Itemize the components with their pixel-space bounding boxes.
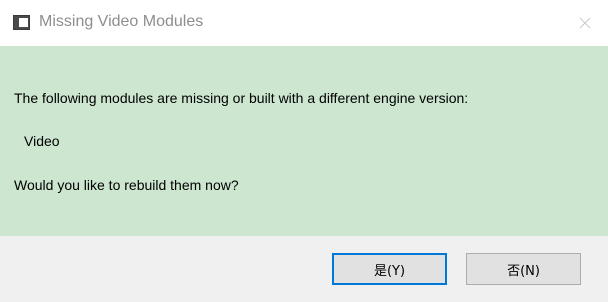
title-bar[interactable]: Missing Video Modules (0, 0, 608, 46)
message-intro: The following modules are missing or bui… (14, 90, 469, 106)
module-item: Video (24, 133, 60, 149)
window-icon (13, 15, 30, 30)
message-area: The following modules are missing or bui… (0, 46, 608, 236)
message-question: Would you like to rebuild them now? (14, 177, 239, 193)
window-title: Missing Video Modules (39, 13, 204, 30)
dialog-window: Missing Video Modules The following modu… (0, 0, 608, 302)
no-button[interactable]: 否(N) (466, 253, 581, 285)
yes-button[interactable]: 是(Y) (332, 253, 447, 285)
button-bar: 是(Y) 否(N) (0, 236, 608, 302)
close-icon (579, 17, 591, 29)
close-button[interactable] (562, 0, 608, 46)
